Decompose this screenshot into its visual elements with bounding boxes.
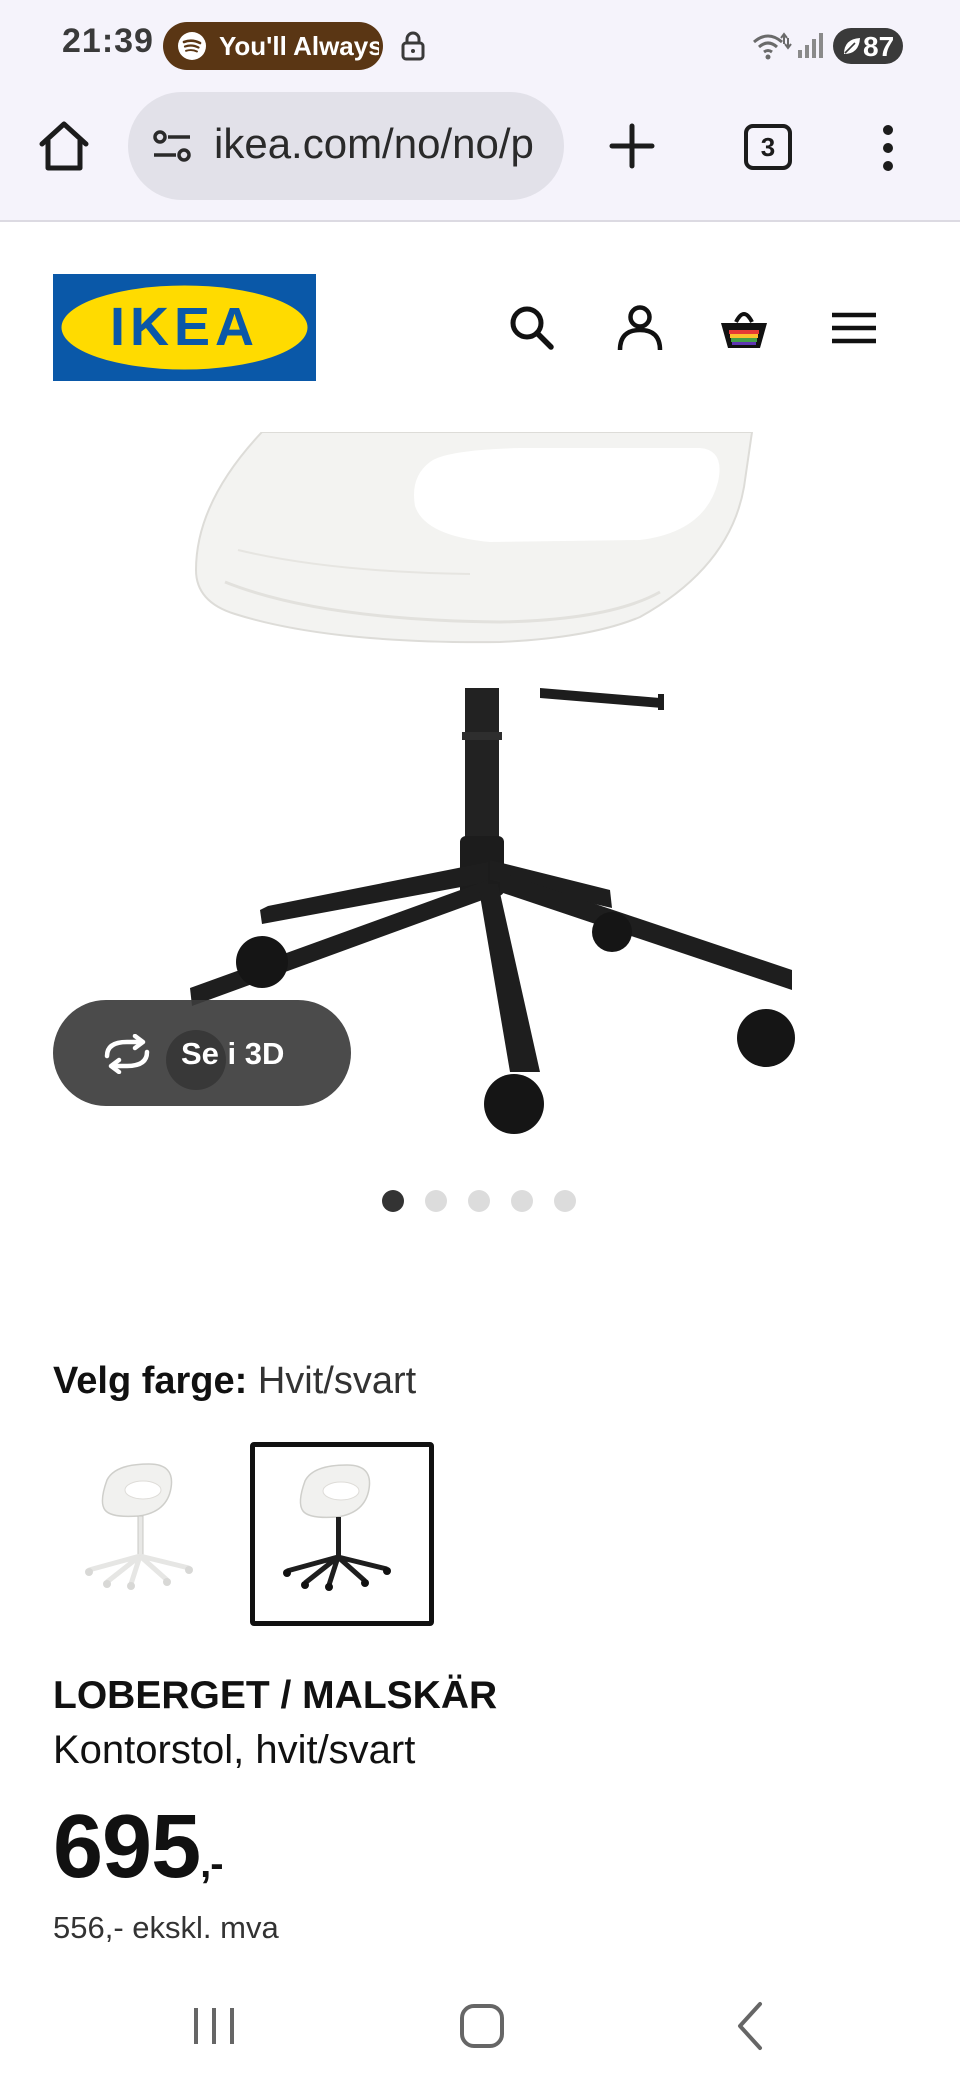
battery-indicator: 87 [833, 28, 903, 64]
media-playing-pill[interactable]: You'll Always [163, 22, 383, 70]
rotate-3d-icon [104, 1034, 150, 1074]
ikea-logo-mark: IKEA [53, 274, 316, 381]
home-nav-icon[interactable] [452, 1996, 512, 2056]
signal-icon [798, 33, 823, 58]
url-bar[interactable]: ikea.com/no/no/p [128, 92, 564, 200]
new-tab-icon[interactable] [608, 122, 656, 170]
basket-icon[interactable] [718, 302, 770, 354]
view-in-3d-label: Se i 3D [181, 1036, 285, 1071]
status-bar: 21:39 You'll Always 87 [0, 0, 960, 92]
wifi-icon [753, 32, 792, 60]
ikea-logo[interactable]: IKEA [53, 274, 316, 381]
power-saving-icon [844, 38, 860, 54]
status-time: 21:39 [62, 22, 154, 60]
more-options-icon[interactable] [878, 122, 898, 174]
color-option-white-white[interactable] [53, 1442, 237, 1626]
url-text: ikea.com/no/no/p [214, 120, 534, 167]
back-icon[interactable] [722, 1996, 782, 2056]
view-in-3d-button[interactable]: Se i 3D [53, 1000, 351, 1106]
price-suffix: ,- [200, 1842, 223, 1886]
system-nav-bar [0, 1970, 960, 2080]
hamburger-menu-icon[interactable] [828, 302, 880, 354]
carousel-indicator [382, 1190, 582, 1214]
carousel-dot[interactable] [468, 1190, 490, 1212]
product-description: Kontorstol, hvit/svart [53, 1728, 416, 1772]
recent-apps-icon[interactable] [184, 1996, 244, 2056]
site-settings-icon[interactable] [150, 126, 194, 166]
spotify-icon [178, 32, 206, 60]
tab-switcher-button[interactable]: 3 [744, 124, 792, 170]
color-option-white-black[interactable] [250, 1442, 434, 1626]
product-price: 695,- [53, 1796, 224, 1899]
ikea-logo-text: IKEA [110, 297, 259, 357]
carousel-dot[interactable] [425, 1190, 447, 1212]
price-excl-vat: 556,- ekskl. mva [53, 1910, 279, 1945]
color-select-label: Velg farge: Hvit/svart [53, 1360, 416, 1403]
price-value: 695 [53, 1797, 201, 1897]
swatch-image-white [85, 1463, 193, 1590]
lock-icon [401, 31, 425, 61]
carousel-dot[interactable] [554, 1190, 576, 1212]
home-icon[interactable] [36, 118, 92, 174]
carousel-dot[interactable] [382, 1190, 404, 1212]
search-icon[interactable] [506, 302, 558, 354]
swatch-image-black [283, 1464, 391, 1591]
carousel-dot[interactable] [511, 1190, 533, 1212]
account-icon[interactable] [614, 302, 666, 354]
media-title: You'll Always [219, 31, 379, 61]
browser-toolbar: ikea.com/no/no/p 3 [0, 92, 960, 222]
product-name: LOBERGET / MALSKÄR [53, 1674, 498, 1717]
color-label-key: Velg farge: [53, 1360, 248, 1402]
battery-level: 87 [863, 31, 895, 62]
color-label-value: Hvit/svart [257, 1360, 417, 1402]
